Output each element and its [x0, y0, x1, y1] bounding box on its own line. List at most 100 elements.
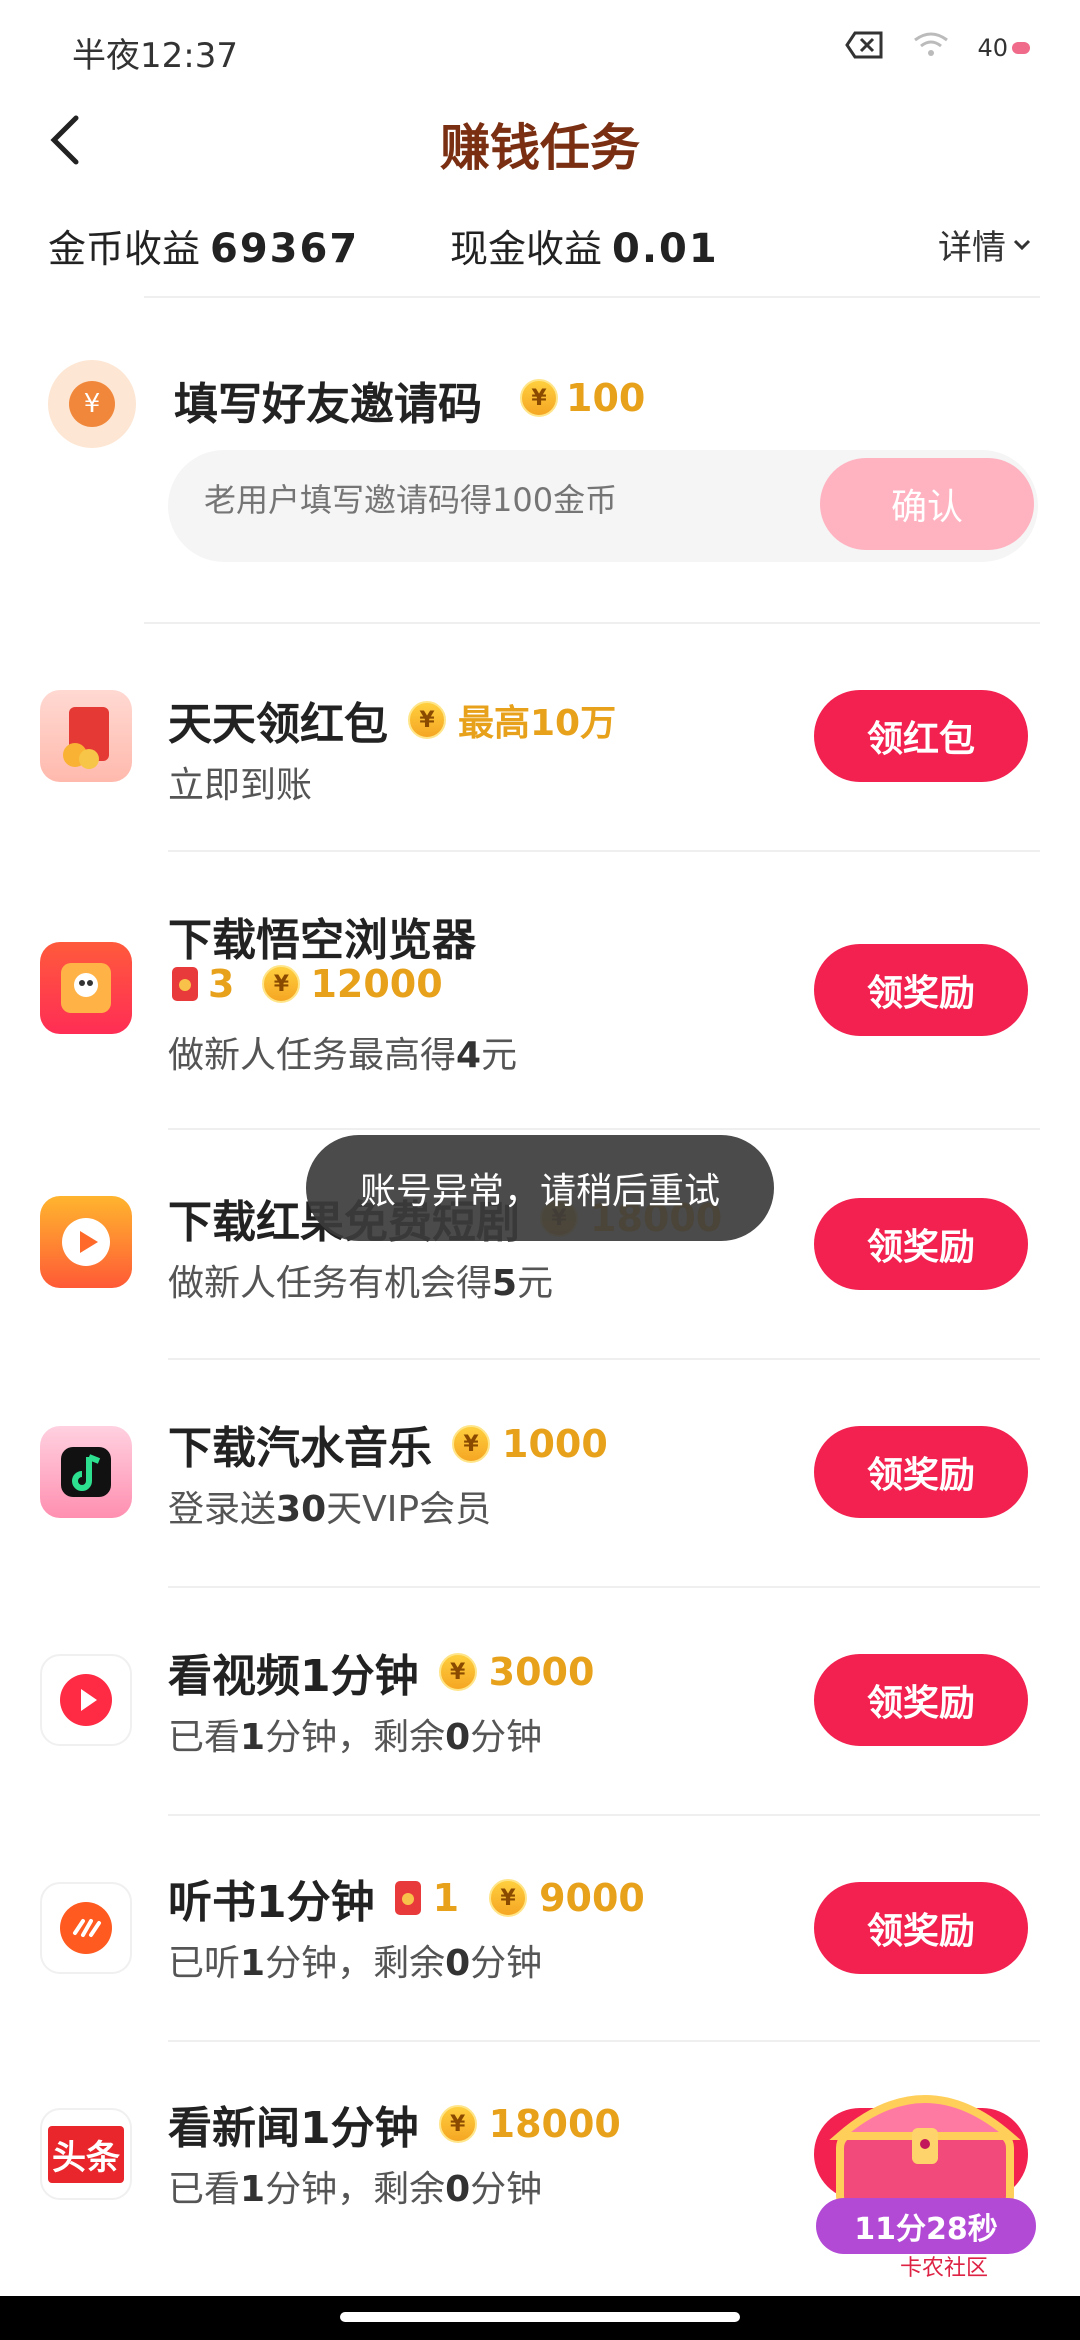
divider [168, 1358, 1040, 1360]
sub-bold: 0 [445, 2169, 471, 2210]
divider [168, 1128, 1040, 1130]
task-title-text: 看新闻1分钟 [168, 2103, 419, 2154]
sub-text: 天VIP会员 [326, 1489, 492, 1530]
coin-icon: ¥ [489, 1879, 528, 1917]
sub-text: 元 [517, 1263, 554, 1304]
task-subtitle: 做新人任务有机会得5元 [168, 1254, 553, 1306]
task-subtitle: 已看1分钟，剩余0分钟 [168, 2160, 542, 2212]
red-packet-count: 1 [432, 1876, 460, 1920]
task-subtitle: 已听1分钟，剩余0分钟 [168, 1934, 542, 1986]
task-title: 下载汽水音乐 ¥ 1000 [168, 1412, 608, 1476]
task-reward: 最高10万 [458, 703, 617, 744]
task-title-text: 看视频1分钟 [168, 1651, 419, 1702]
sub-text: 分钟 [470, 2169, 543, 2210]
task-title: 看视频1分钟 ¥ 3000 [168, 1640, 594, 1704]
sub-text: 已看 [168, 2169, 241, 2210]
coin-icon: ¥ [438, 1653, 477, 1691]
claim-red-envelope-button[interactable]: 领红包 [814, 690, 1028, 782]
task-title: 天天领红包 ¥ 最高10万 [168, 688, 616, 752]
divider [168, 850, 1040, 852]
close-box-icon [845, 30, 885, 66]
countdown-timer: 11分28秒 [816, 2198, 1036, 2254]
status-icons: 40 [845, 30, 1030, 66]
video-app-icon [40, 1654, 132, 1746]
divider [168, 2040, 1040, 2042]
task-title-text: 天天领红包 [168, 699, 388, 750]
coin-icon: ¥ [408, 701, 446, 739]
battery-level: 40 [977, 34, 1008, 62]
wifi-icon [911, 30, 951, 66]
red-envelope-icon [40, 690, 132, 782]
yen-coin-icon: ¥ [69, 381, 115, 427]
task-title-text: 下载汽水音乐 [168, 1423, 432, 1474]
cash-earnings: 现金收益 0.01 [450, 218, 719, 273]
claim-reward-button[interactable]: 领奖励 [814, 1654, 1028, 1746]
sub-text: 已看 [168, 1717, 241, 1758]
toutiao-app-icon: 头条 [40, 2108, 132, 2200]
invite-reward: ¥ 100 [520, 376, 645, 420]
sub-text: 已听 [168, 1943, 241, 1984]
invite-icon: ¥ [48, 360, 136, 448]
sub-bold: 5 [492, 1263, 518, 1304]
confirm-button[interactable]: 确认 [820, 458, 1034, 550]
task-subtitle: 做新人任务最高得4元 [168, 1026, 517, 1078]
invite-reward-amount: 100 [566, 376, 646, 420]
page-title: 赚钱任务 [440, 119, 640, 177]
task-coins: 9000 [539, 1876, 645, 1920]
sub-text: 分钟，剩余 [265, 1943, 446, 1984]
sub-bold: 1 [240, 1717, 266, 1758]
sub-text: 分钟 [470, 1943, 543, 1984]
details-label: 详情 [938, 228, 1006, 268]
toast-message: 账号异常，请稍后重试 [306, 1135, 774, 1241]
sub-text: 分钟 [470, 1717, 543, 1758]
task-title: 下载悟空浏览器 [168, 915, 476, 966]
battery-icon [1012, 42, 1030, 54]
sub-text: 分钟，剩余 [265, 2169, 446, 2210]
toutiao-logo-text: 头条 [48, 2125, 124, 2183]
task-subtitle: 登录送30天VIP会员 [168, 1480, 491, 1532]
red-packet-icon [394, 1881, 421, 1915]
task-coins: 12000 [310, 962, 443, 1006]
coin-icon: ¥ [262, 965, 301, 1003]
task-coins: 1000 [502, 1422, 608, 1466]
battery-indicator: 40 [977, 34, 1030, 62]
cash-earnings-label: 现金收益 [450, 227, 603, 271]
sub-text: 做新人任务有机会得 [168, 1263, 493, 1304]
divider [168, 1586, 1040, 1588]
sub-bold: 0 [445, 1717, 471, 1758]
coin-icon: ¥ [452, 1425, 490, 1463]
claim-reward-button[interactable]: 领奖励 [814, 1426, 1028, 1518]
home-indicator[interactable] [340, 2312, 740, 2322]
details-link[interactable]: 详情 [938, 220, 1032, 269]
task-title: 看新闻1分钟 ¥ 18000 [168, 2092, 621, 2156]
task-coins: 3000 [488, 1650, 595, 1694]
sub-bold: 0 [445, 1943, 471, 1984]
red-packet-icon [172, 967, 198, 1001]
sub-bold: 1 [240, 2169, 266, 2210]
chevron-down-icon [1013, 239, 1031, 250]
hongguo-drama-icon [40, 1196, 132, 1288]
coin-icon: ¥ [520, 379, 558, 417]
invite-title: 填写好友邀请码 [174, 379, 482, 430]
sub-bold: 1 [240, 1943, 266, 1984]
sub-bold: 4 [456, 1035, 482, 1076]
qishui-music-icon [40, 1426, 132, 1518]
invite-code-input[interactable] [202, 480, 766, 520]
sub-text: 登录送 [168, 1489, 277, 1530]
invite-code-box: 确认 [168, 450, 1038, 562]
task-rewards: 3 ¥ 12000 [172, 962, 443, 1006]
sub-text: 元 [481, 1035, 518, 1076]
coin-earnings-value: 69367 [210, 226, 360, 272]
task-coins: 18000 [488, 2102, 621, 2146]
red-packet-count: 3 [208, 962, 235, 1006]
wukong-browser-icon [40, 942, 132, 1034]
claim-reward-button[interactable]: 领奖励 [814, 1198, 1028, 1290]
task-title: 听书1分钟 1 ¥ 9000 [168, 1866, 645, 1930]
claim-reward-button[interactable]: 领奖励 [814, 1882, 1028, 1974]
divider [168, 1814, 1040, 1816]
status-time: 半夜12:37 [72, 36, 238, 76]
task-subtitle: 已看1分钟，剩余0分钟 [168, 1708, 542, 1760]
claim-reward-button[interactable]: 领奖励 [814, 944, 1028, 1036]
sub-text: 分钟，剩余 [265, 1717, 446, 1758]
task-title-text: 听书1分钟 [168, 1877, 375, 1928]
